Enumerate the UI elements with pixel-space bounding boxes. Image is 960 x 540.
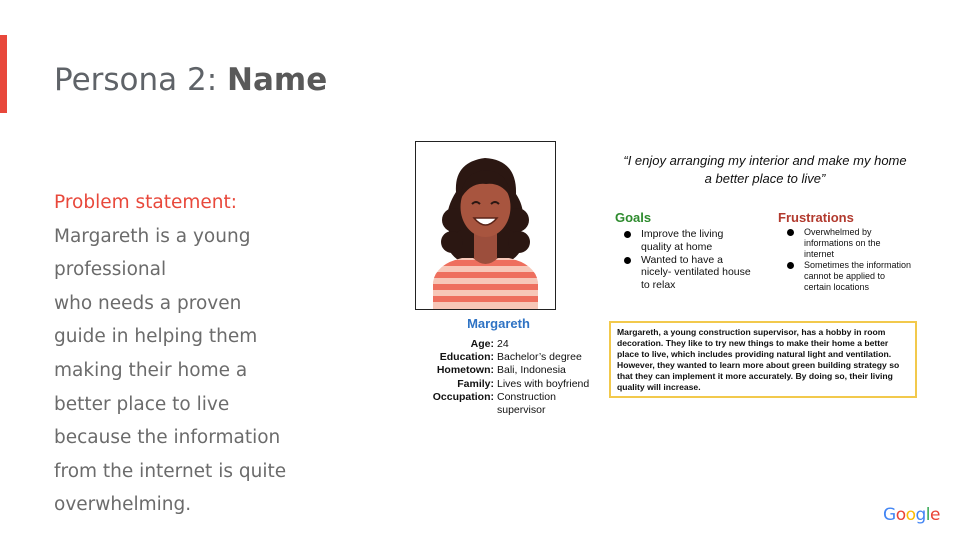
detail-value: Construction supervisor	[497, 390, 556, 417]
logo-letter: e	[930, 505, 940, 525]
problem-line: from the internet is quite	[54, 460, 287, 482]
detail-value: 24	[497, 338, 509, 350]
detail-row-family: Family: Lives with boyfriend	[414, 378, 607, 391]
detail-row-education: Education: Bachelor’s degree	[414, 351, 607, 364]
problem-line: who needs a proven	[54, 292, 242, 314]
detail-row-age: Age: 24	[414, 338, 607, 351]
goal-item: Improve the living quality at home	[622, 228, 752, 254]
goals-list: Improve the living quality at home Wante…	[622, 228, 752, 292]
problem-line: professional	[54, 259, 167, 281]
detail-key: Education:	[439, 351, 494, 364]
title-bold: Name	[227, 62, 328, 98]
persona-details: Age: 24 Education: Bachelor’s degree Hom…	[414, 338, 607, 417]
title-prefix: Persona 2:	[54, 62, 228, 98]
frustration-item: Sometimes the information cannot be appl…	[785, 260, 913, 293]
problem-statement: Problem statement: Margareth is a young …	[54, 186, 354, 522]
logo-letter: G	[883, 505, 896, 525]
problem-line: because the information	[54, 427, 281, 449]
slide-title: Persona 2: Name	[54, 62, 327, 98]
frustrations-heading: Frustrations	[778, 210, 854, 225]
frustration-item: Overwhelmed by informations on the inter…	[785, 227, 913, 260]
detail-value: Bali, Indonesia	[497, 364, 566, 377]
detail-value: Lives with boyfriend	[497, 377, 590, 390]
logo-letter: o	[895, 505, 906, 525]
goals-heading: Goals	[615, 210, 652, 225]
google-logo: Google	[883, 505, 940, 525]
detail-key: Hometown:	[436, 364, 494, 377]
problem-line: making their home a	[54, 359, 248, 381]
persona-illustration	[433, 158, 538, 309]
persona-story: Margareth, a young construction supervis…	[609, 321, 917, 398]
detail-key: Age:	[470, 338, 494, 350]
detail-key: Occupation:	[432, 390, 494, 403]
detail-value: Bachelor’s degree	[497, 351, 582, 364]
detail-key: Family:	[457, 377, 494, 390]
detail-row-hometown: Hometown: Bali, Indonesia	[414, 364, 607, 377]
logo-letter: g	[915, 505, 927, 525]
frustrations-list: Overwhelmed by informations on the inter…	[785, 227, 913, 293]
persona-quote: “I enjoy arranging my interior and make …	[623, 153, 907, 186]
persona-name: Margareth	[467, 316, 530, 331]
problem-line: overwhelming.	[54, 494, 192, 516]
goal-item: Wanted to have a nicely- ventilated hous…	[622, 254, 752, 292]
problem-line: Margareth is a young	[54, 225, 251, 247]
detail-row-occupation: Occupation: Construction supervisor	[414, 391, 607, 417]
accent-bar	[0, 35, 7, 113]
logo-letter: o	[905, 505, 916, 525]
problem-line: guide in helping them	[54, 326, 258, 348]
problem-label: Problem statement:	[54, 192, 237, 213]
problem-line: better place to live	[54, 393, 230, 415]
persona-photo	[415, 141, 556, 310]
